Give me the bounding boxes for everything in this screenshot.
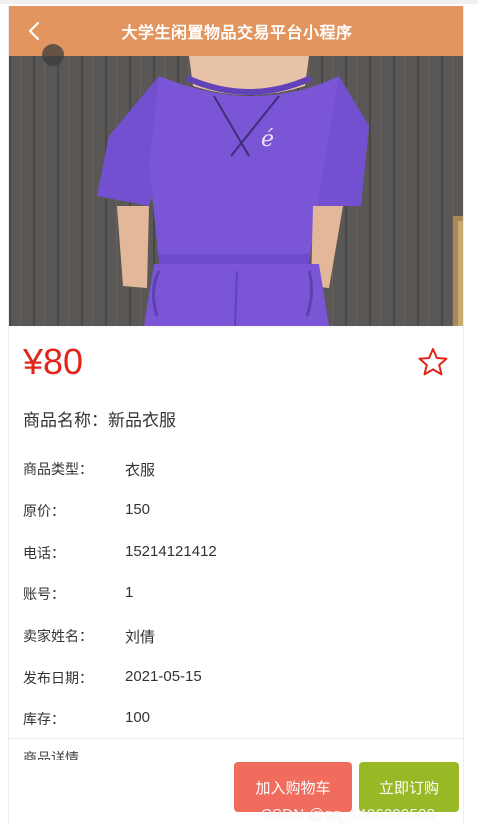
nav-bar: 大学生闲置物品交易平台小程序 [9,6,463,56]
chevron-left-icon [28,21,40,41]
detail-row-type: 商品类型： 衣服 [23,459,155,480]
detail-value: 100 [125,709,151,726]
detail-label: 电话： [23,546,65,562]
back-button[interactable] [21,18,47,44]
watermark: CSDN @qq_1406299528 [261,806,436,823]
detail-section-heading: 商品详情 [23,751,79,760]
product-name: 商品名称：新品衣服 [23,411,176,431]
detail-value: 150 [125,501,151,518]
detail-label: 卖家姓名： [23,629,93,645]
page-title: 大学生闲置物品交易平台小程序 [121,23,353,42]
product-image-carousel[interactable]: é [9,56,463,326]
detail-label: 发布日期： [23,671,93,687]
product-price: ¥80 [23,341,84,382]
favorite-star-icon[interactable] [417,346,449,378]
svg-text:é: é [261,127,274,152]
detail-value: 1 [125,584,134,601]
detail-row-original-price: 原价： 150 [23,501,150,521]
section-divider [9,738,463,739]
product-info: ¥80 商品名称：新品衣服 商品类型： 衣服 原价： 150 电话： 15214… [9,328,463,824]
detail-row-date: 发布日期： 2021-05-15 [23,668,202,688]
detail-value: 2021-05-15 [125,668,202,685]
detail-row-stock: 库存： 100 [23,709,150,729]
buy-now-button[interactable]: 立即订购 [359,762,459,812]
detail-row-seller: 卖家姓名： 刘倩 [23,626,155,647]
top-border [0,0,478,4]
detail-value: 衣服 [125,462,156,479]
mini-program-frame: 大学生闲置物品交易平台小程序 é ¥80 商品名称：新品衣服 商品类型： 衣服 … [8,6,464,824]
detail-value: 15214121412 [125,543,217,560]
detail-row-account: 账号： 1 [23,584,133,604]
floating-button[interactable] [42,44,64,66]
add-to-cart-button[interactable]: 加入购物车 [234,762,352,812]
detail-value: 刘倩 [125,629,156,646]
product-photo: é [9,56,463,326]
detail-label: 库存： [23,712,65,728]
detail-label: 商品类型： [23,462,93,478]
detail-label: 账号： [23,587,65,603]
detail-row-phone: 电话： 15214121412 [23,543,217,563]
detail-label: 原价： [23,504,65,520]
